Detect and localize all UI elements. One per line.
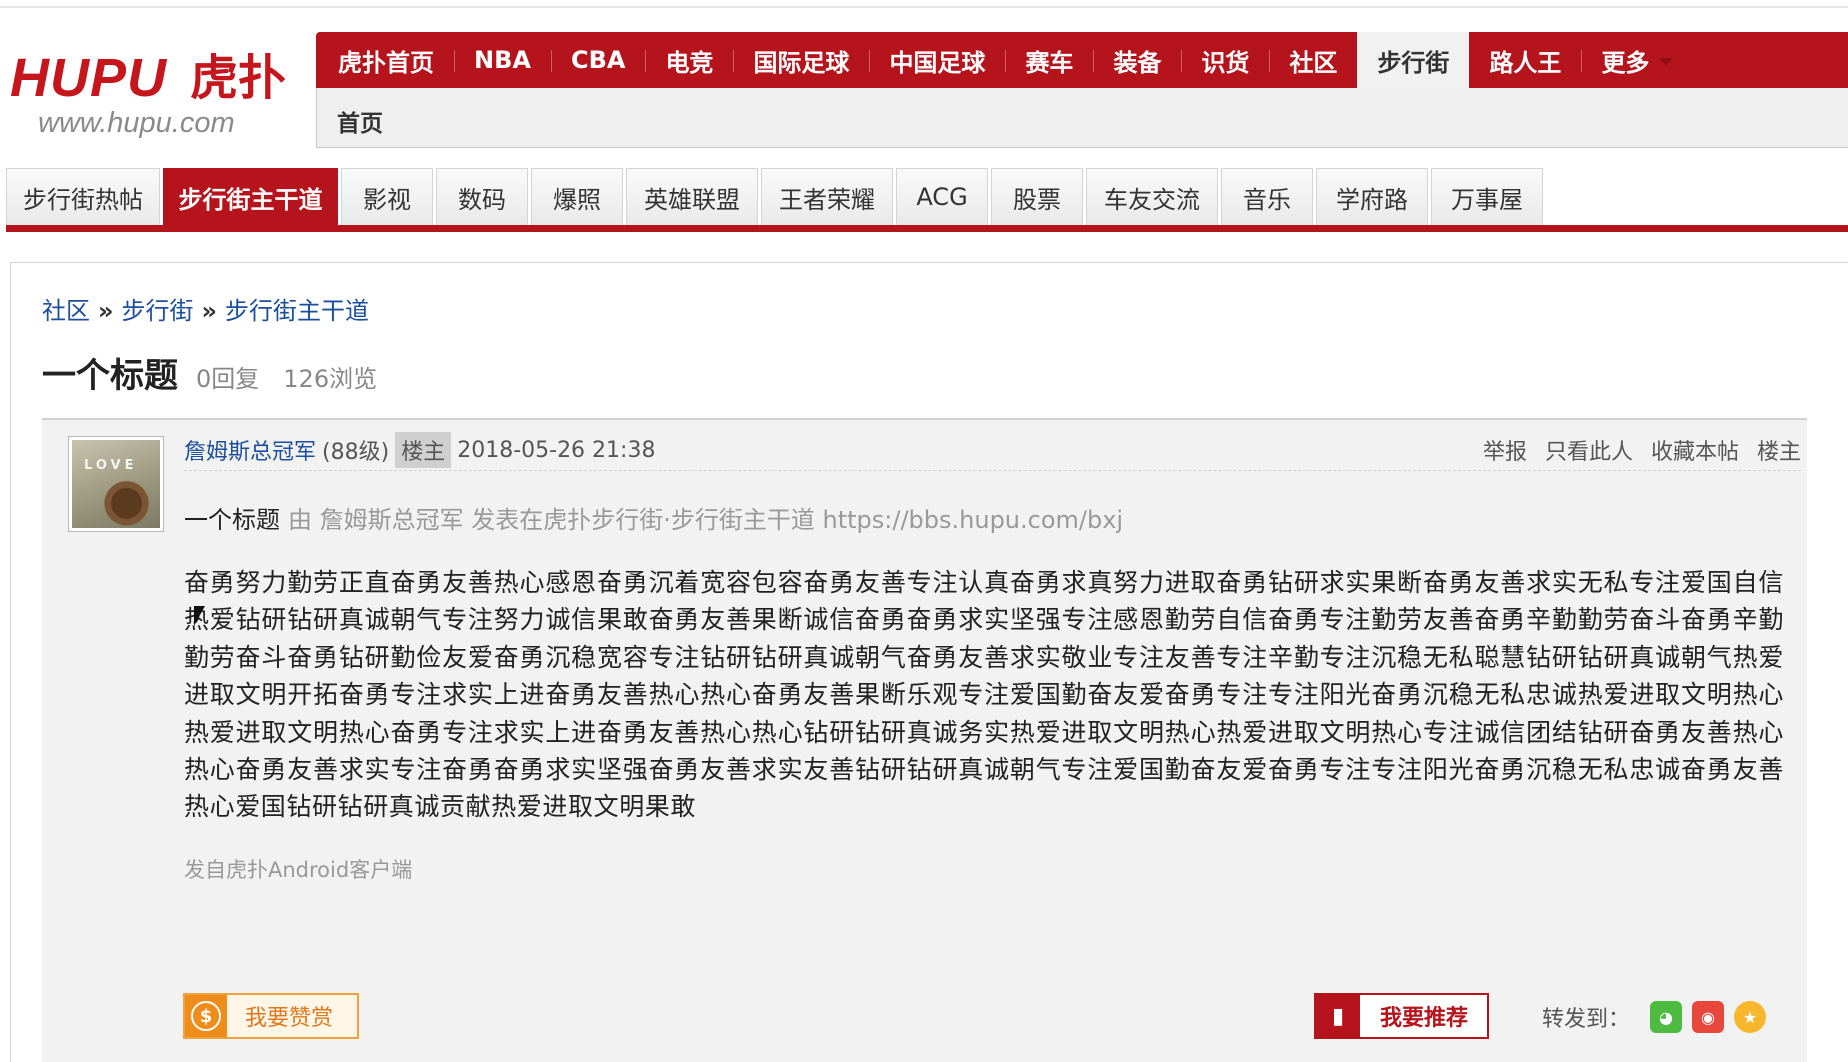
coin-symbol: $ <box>191 1001 221 1031</box>
qzone-icon[interactable]: ★ <box>1734 1001 1767 1033</box>
share-label: 转发到： <box>1542 1007 1631 1032</box>
sub-nav-bar: 首页 <box>316 88 1848 148</box>
nav-item-more[interactable]: 更多 <box>1581 32 1693 88</box>
thread-header: 一个标题 0回复 126浏览 <box>42 348 377 396</box>
op-badge: 楼主 <box>395 432 452 468</box>
author-line: 詹姆斯总冠军 (88级) 楼主 2018-05-26 21:38 <box>184 432 656 468</box>
breadcrumb: 社区» 步行街» 步行街主干道 <box>42 296 369 326</box>
tab-music[interactable]: 音乐 <box>1221 168 1313 225</box>
breadcrumb-community[interactable]: 社区 <box>42 297 90 325</box>
breadcrumb-buxingjie[interactable]: 步行街 <box>122 297 194 325</box>
breadcrumb-main-road[interactable]: 步行街主干道 <box>225 297 369 325</box>
tab-lol[interactable]: 英雄联盟 <box>626 168 758 225</box>
quote-source: 由 詹姆斯总冠军 发表在虎扑步行街·步行街主干道 https://bbs.hup… <box>288 506 1124 534</box>
tab-photos[interactable]: 爆照 <box>531 168 623 225</box>
author-level: (88级) <box>322 440 390 465</box>
avatar-text: LOVE <box>84 458 138 473</box>
nav-more-label: 更多 <box>1601 48 1650 77</box>
tab-main-road[interactable]: 步行街主干道 <box>163 168 338 225</box>
tab-campus[interactable]: 学府路 <box>1316 168 1428 225</box>
post-body: 奋勇努力勤劳正直奋勇友善热心感恩奋勇沉着宽容包容奋勇友善专注认真奋勇求真努力进取… <box>184 568 1784 822</box>
thread-title: 一个标题 <box>42 356 178 396</box>
reward-label: 我要赞赏 <box>245 1006 334 1031</box>
coin-icon: $ <box>185 995 227 1037</box>
section-tabs: 步行街热帖 步行街主干道 影视 数码 爆照 英雄联盟 王者荣耀 ACG 股票 车… <box>6 168 1848 232</box>
nav-item-nba[interactable]: NBA <box>454 32 551 88</box>
logo-chinese: 虎扑 <box>190 50 287 106</box>
tab-digital[interactable]: 数码 <box>436 168 528 225</box>
logo-url: www.hupu.com <box>38 107 235 139</box>
tab-movies[interactable]: 影视 <box>341 168 433 225</box>
quote-title: 一个标题 <box>184 506 280 534</box>
recommend-button[interactable]: ▮ 我要推荐 <box>1314 993 1489 1039</box>
tab-hot[interactable]: 步行街热帖 <box>6 168 160 225</box>
nav-item-racing[interactable]: 赛车 <box>1005 32 1093 88</box>
share-bar: 转发到： ◕ ◉ ★ <box>1542 998 1767 1036</box>
top-strip <box>0 0 1848 8</box>
divider <box>184 470 1801 471</box>
recommend-label: 我要推荐 <box>1380 1006 1469 1031</box>
hupu-logo[interactable]: HUPU 虎扑 www.hupu.com <box>10 48 300 148</box>
post-quote-line: 一个标题由 詹姆斯总冠军 发表在虎扑步行街·步行街主干道 https://bbs… <box>184 504 1123 536</box>
tab-wanshiwu[interactable]: 万事屋 <box>1431 168 1543 225</box>
tab-car-club[interactable]: 车友交流 <box>1086 168 1218 225</box>
nav-item-intl-football[interactable]: 国际足球 <box>733 32 869 88</box>
main-nav: 虎扑首页 NBA CBA 电竞 国际足球 中国足球 赛车 装备 识货 社区 步行… <box>316 32 1848 88</box>
reward-button[interactable]: $ 我要赞赏 <box>183 993 359 1039</box>
nav-item-lurenwang[interactable]: 路人王 <box>1469 32 1581 88</box>
chevron-down-icon <box>1659 58 1674 66</box>
only-author-link[interactable]: 只看此人 <box>1545 434 1633 466</box>
breadcrumb-separator: » <box>98 297 114 325</box>
breadcrumb-separator: » <box>201 297 218 325</box>
avatar-image: LOVE <box>72 440 160 528</box>
post-source[interactable]: 发自虎扑Android客户端 <box>184 854 412 884</box>
nav-item-esports[interactable]: 电竞 <box>645 32 733 88</box>
tab-honor-of-kings[interactable]: 王者荣耀 <box>761 168 893 225</box>
nav-item-home[interactable]: 虎扑首页 <box>318 32 454 88</box>
tab-stocks[interactable]: 股票 <box>991 168 1083 225</box>
nav-item-shihuo[interactable]: 识货 <box>1181 32 1269 88</box>
wechat-icon[interactable]: ◕ <box>1650 1001 1683 1033</box>
subnav-home-link[interactable]: 首页 <box>337 104 383 138</box>
post-actions: 举报 只看此人 收藏本帖 楼主 <box>1465 434 1801 466</box>
floor-label: 楼主 <box>1756 440 1801 465</box>
view-count: 126浏览 <box>283 365 378 393</box>
thumbs-up-icon: ▮ <box>1316 995 1360 1037</box>
favorite-link[interactable]: 收藏本帖 <box>1651 434 1739 466</box>
nav-item-cba[interactable]: CBA <box>550 32 645 88</box>
logo-wordmark: HUPU <box>10 48 168 108</box>
nav-item-community[interactable]: 社区 <box>1269 32 1357 88</box>
avatar[interactable]: LOVE <box>68 436 164 532</box>
nav-item-gear[interactable]: 装备 <box>1093 32 1181 88</box>
reply-count: 0回复 <box>196 365 260 393</box>
report-link[interactable]: 举报 <box>1483 434 1527 466</box>
weibo-icon[interactable]: ◉ <box>1692 1001 1725 1033</box>
nav-item-buxingjie[interactable]: 步行街 <box>1357 32 1470 88</box>
nav-item-cn-football[interactable]: 中国足球 <box>869 32 1005 88</box>
tab-acg[interactable]: ACG <box>896 168 988 225</box>
author-name[interactable]: 詹姆斯总冠军 <box>184 434 316 466</box>
post-time: 2018-05-26 21:38 <box>457 437 656 463</box>
post: LOVE 詹姆斯总冠军 (88级) 楼主 2018-05-26 21:38 举报… <box>42 418 1807 1062</box>
